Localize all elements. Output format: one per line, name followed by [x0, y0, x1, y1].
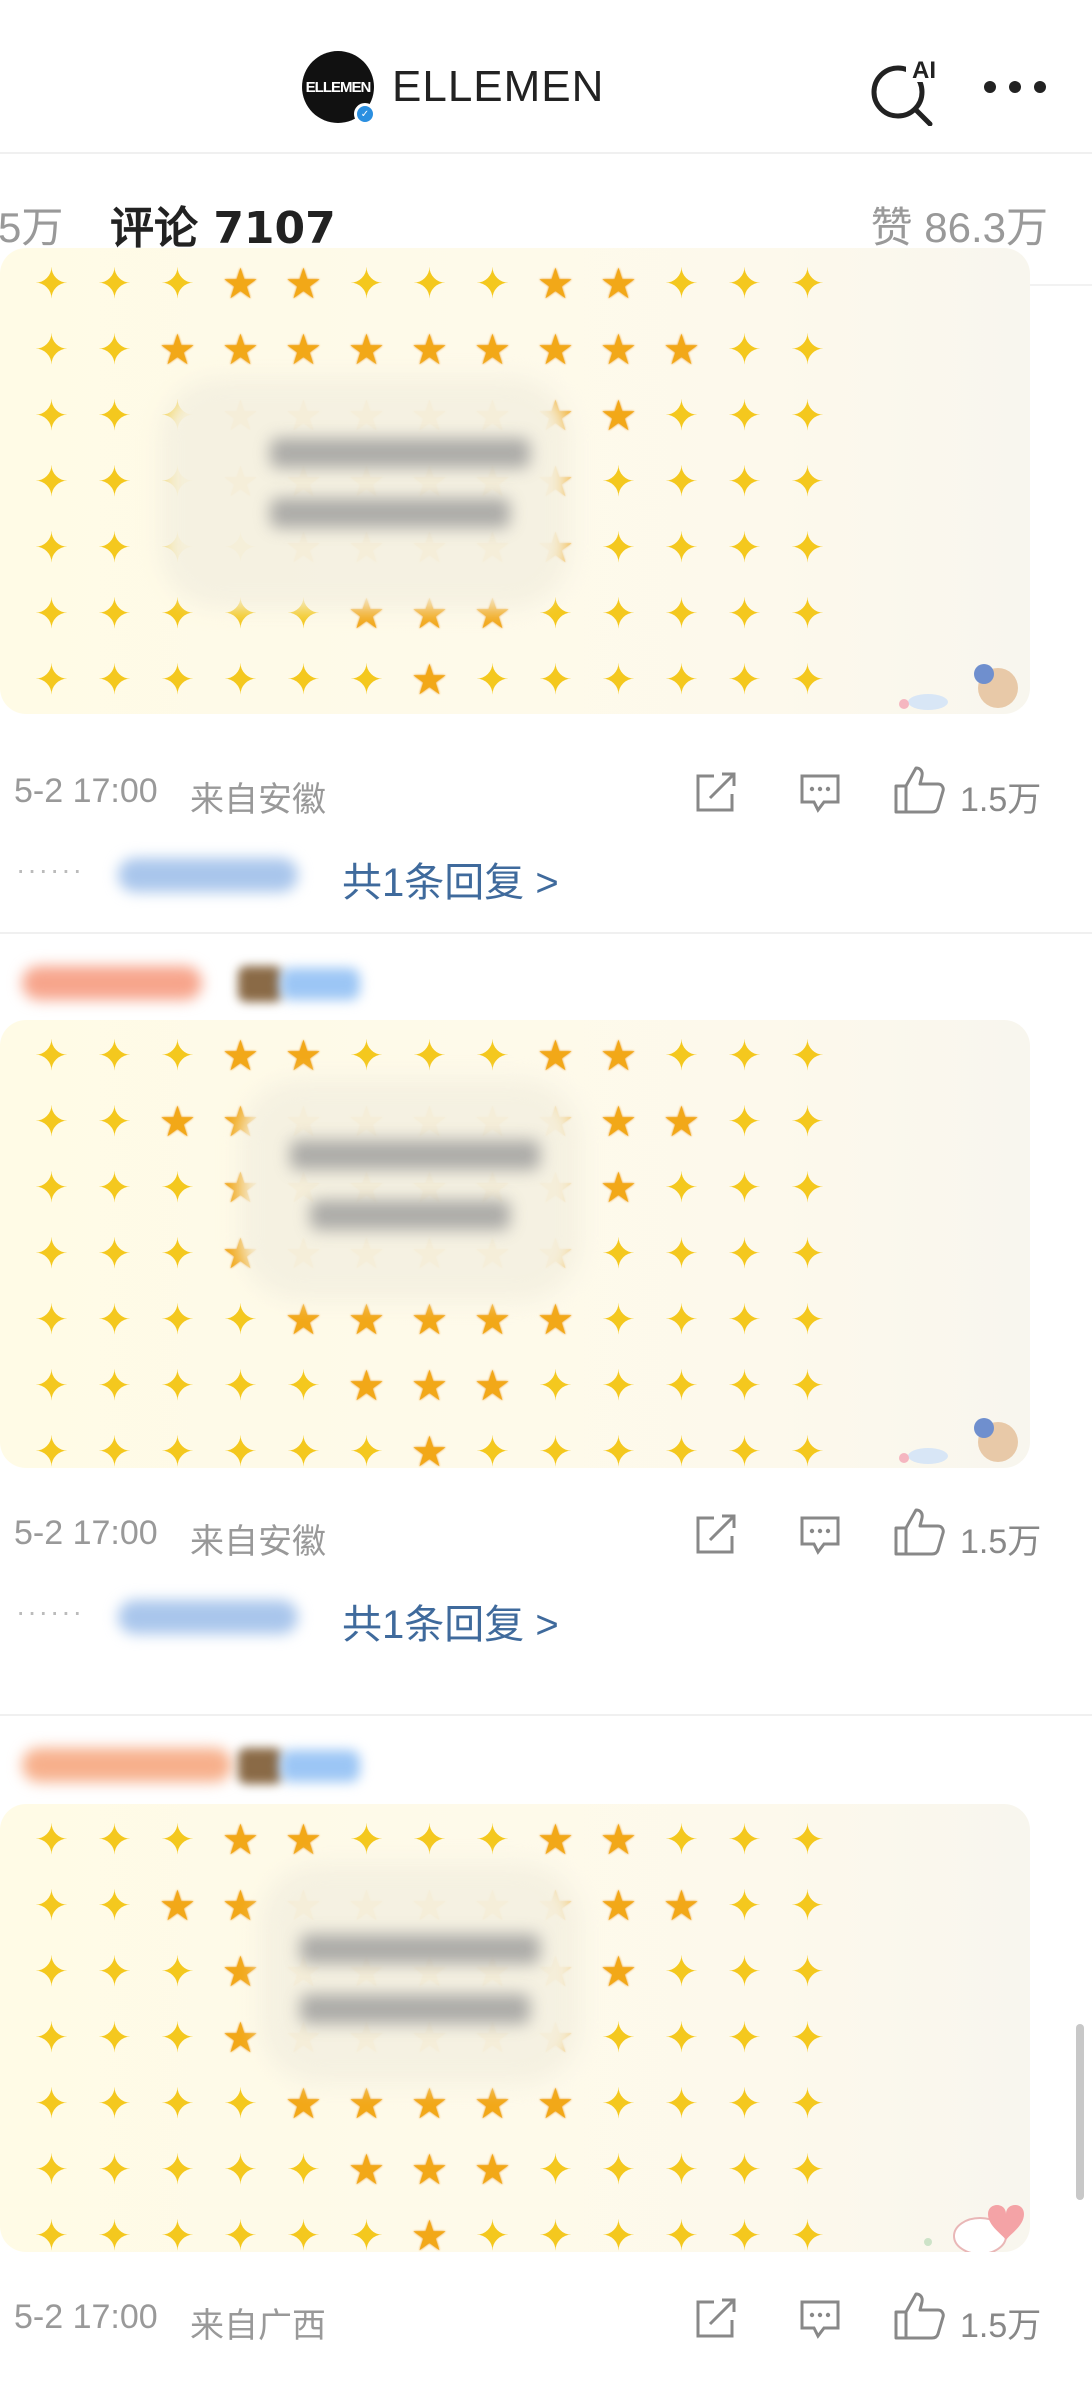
sticker-icon	[899, 664, 1018, 710]
comment-divider	[0, 1714, 1092, 1716]
comment-icon[interactable]	[796, 2294, 844, 2342]
comment-location: 来自安徽	[190, 781, 326, 819]
censored-text-line	[270, 498, 510, 528]
like-thumbs-up-icon[interactable]	[892, 764, 946, 816]
comment-item: ✦✦✦★★✦✦✦★★✦✦✦ ✦✦★★★★★★★★★✦✦ ✦✦✦★★★★★★★✦✦…	[0, 248, 1092, 928]
comment-meta-row: 5-2 17:00 来自安徽 1.5万	[0, 1504, 1092, 1564]
like-thumbs-up-icon[interactable]	[892, 2290, 946, 2342]
account-name[interactable]: ELLEMEN	[392, 62, 604, 112]
censored-text-line	[310, 1200, 510, 1230]
sticker-icon	[924, 2205, 1024, 2252]
comment-icon[interactable]	[796, 1510, 844, 1558]
censored-replier-name	[118, 1600, 298, 1634]
comment-location: 来自安徽	[190, 1523, 326, 1561]
ai-label: AI	[912, 57, 936, 84]
censored-username[interactable]	[22, 966, 202, 1000]
comment-item: ✦✦✦★★✦✦✦★★✦✦✦ ✦✦★★★★★★★★★✦✦ ✦✦✦★★★★★★★✦✦…	[0, 1740, 1092, 2380]
app-header: ELLEMEN ✓ ELLEMEN AI	[0, 0, 1092, 154]
emoji-art-card: ✦✦✦★★✦✦✦★★✦✦✦ ✦✦★★★★★★★★★✦✦ ✦✦✦★★★★★★★✦✦…	[0, 1020, 1030, 1468]
censored-text-line	[290, 1140, 540, 1170]
censored-text-blur	[160, 378, 570, 608]
emoji-art-card: ✦✦✦★★✦✦✦★★✦✦✦ ✦✦★★★★★★★★★✦✦ ✦✦✦★★★★★★★✦✦…	[0, 248, 1030, 714]
view-replies-link[interactable]: 共1条回复 >	[342, 1592, 559, 1650]
censored-text-line	[270, 438, 530, 468]
comment-user-row[interactable]	[12, 958, 372, 1008]
comment-divider	[0, 932, 1092, 934]
replies-row[interactable]: ······ 共1条回复 >	[0, 844, 1092, 905]
repost-icon[interactable]	[692, 2294, 740, 2342]
censored-text-line	[300, 1994, 530, 2024]
scrollbar[interactable]	[1076, 2024, 1084, 2200]
view-replies-link[interactable]: 共1条回复 >	[342, 850, 559, 908]
comment-date: 5-2 17:00	[14, 2298, 158, 2336]
more-options-icon[interactable]	[980, 62, 1050, 112]
censored-text-blur	[260, 1864, 580, 2084]
like-count: 1.5万	[960, 2307, 1042, 2345]
reply-indicator-dots: ······	[16, 1596, 84, 1627]
comment-date: 5-2 17:00	[14, 1514, 158, 1552]
censored-username[interactable]	[22, 1748, 232, 1782]
user-level-badge-icon	[280, 1750, 360, 1782]
repost-icon[interactable]	[692, 1510, 740, 1558]
emoji-art-card: ✦✦✦★★✦✦✦★★✦✦✦ ✦✦★★★★★★★★★✦✦ ✦✦✦★★★★★★★✦✦…	[0, 1804, 1030, 2252]
tab-reposts[interactable]: 5万	[0, 194, 63, 255]
comment-item: ✦✦✦★★✦✦✦★★✦✦✦ ✦✦★★★★★★★★★✦✦ ✦✦✦★★★★★★★✦✦…	[0, 958, 1092, 1718]
sticker-icon	[899, 1418, 1018, 1464]
verified-badge-icon: ✓	[354, 103, 376, 125]
comment-meta-row: 5-2 17:00 来自广西 1.5万	[0, 2288, 1092, 2348]
user-badge-icon	[238, 1748, 282, 1784]
censored-text-line	[300, 1934, 540, 1964]
comment-user-row[interactable]	[12, 1740, 372, 1790]
censored-text-blur	[240, 1080, 580, 1300]
comment-meta-row: 5-2 17:00 来自安徽 1.5万	[0, 762, 1092, 822]
comment-date: 5-2 17:00	[14, 772, 158, 810]
repost-icon[interactable]	[692, 768, 740, 816]
tab-comments[interactable]: 评论 7107	[110, 192, 336, 256]
user-level-badge-icon	[280, 968, 360, 1000]
like-count: 1.5万	[960, 1523, 1042, 1561]
comment-location: 来自广西	[190, 2307, 326, 2345]
like-thumbs-up-icon[interactable]	[892, 1506, 946, 1558]
like-count: 1.5万	[960, 781, 1042, 819]
replies-row[interactable]: ······ 共1条回复 >	[0, 1586, 1092, 1647]
tab-likes[interactable]: 赞 86.3万	[871, 194, 1048, 255]
ai-search-icon[interactable]: AI	[866, 52, 940, 126]
censored-replier-name	[118, 858, 298, 892]
reply-indicator-dots: ······	[16, 854, 84, 885]
user-badge-icon	[238, 966, 282, 1002]
comment-icon[interactable]	[796, 768, 844, 816]
